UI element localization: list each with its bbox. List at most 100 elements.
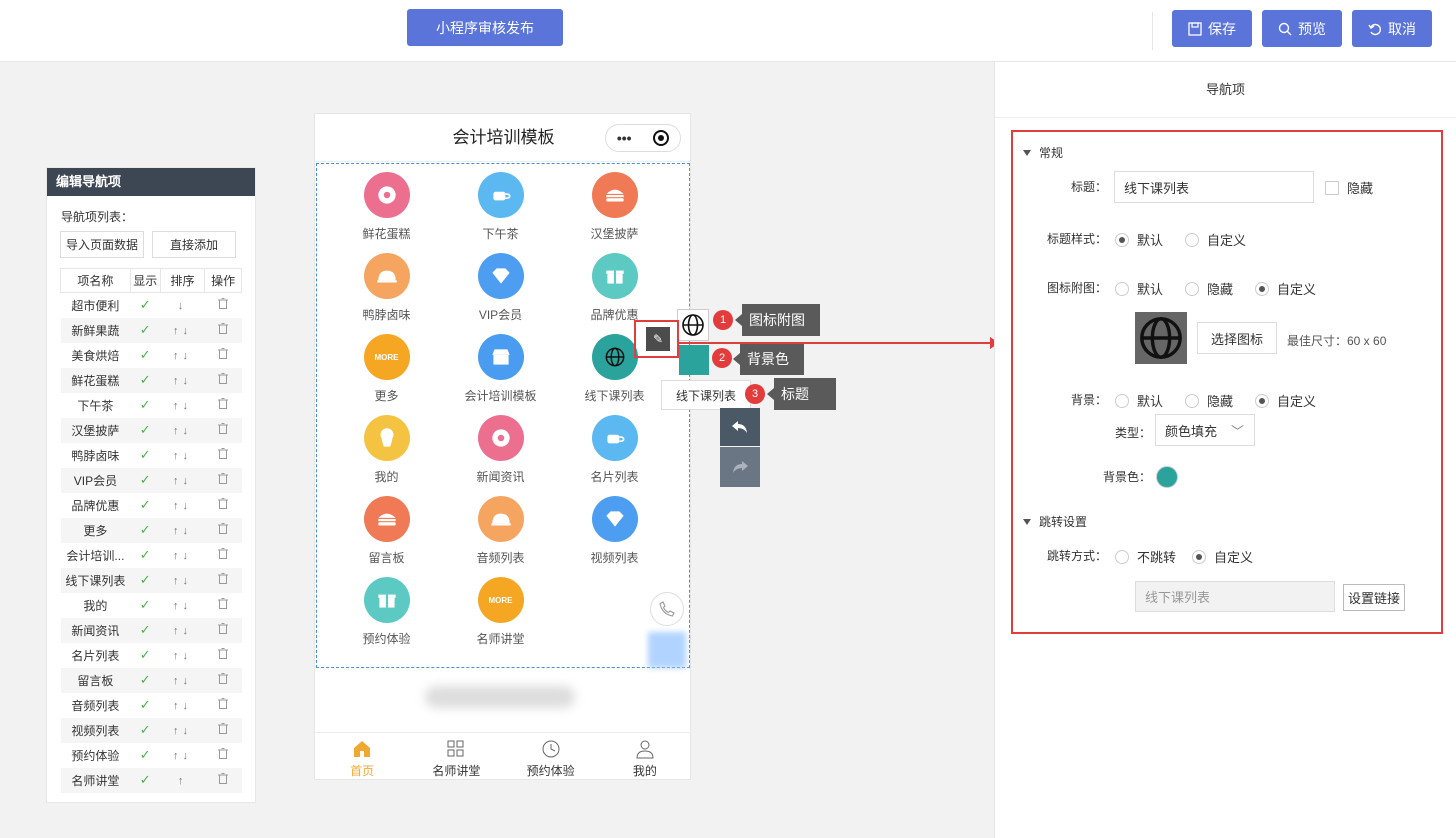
visible-check-icon[interactable]: ✓ xyxy=(130,743,160,768)
table-row[interactable]: 新闻资讯 ✓ ↑↓ xyxy=(60,617,242,643)
sort-arrows-icon[interactable]: ↑↓ xyxy=(173,400,192,412)
table-row[interactable]: 下午茶 ✓ ↑↓ xyxy=(61,393,242,418)
sort-arrows[interactable]: ↑↓ xyxy=(160,693,205,718)
floating-widget[interactable] xyxy=(648,632,686,668)
delete-button[interactable] xyxy=(204,667,242,693)
check-icon[interactable]: ✓ xyxy=(140,747,151,762)
trash-icon[interactable] xyxy=(218,673,229,684)
visible-check-icon[interactable]: ✓ xyxy=(130,367,161,393)
table-row[interactable]: 鲜花蛋糕 ✓ ↑↓ xyxy=(60,367,242,393)
check-icon[interactable]: ✓ xyxy=(140,322,151,337)
more-dots-icon[interactable]: ••• xyxy=(617,130,632,146)
sort-arrows-icon[interactable]: ↑↓ xyxy=(173,375,192,387)
publish-button[interactable]: 小程序审核发布 xyxy=(407,9,563,46)
visible-check-icon[interactable]: ✓ xyxy=(130,567,161,593)
check-icon[interactable]: ✓ xyxy=(140,622,151,637)
nav-grid-item[interactable]: 汉堡披萨 xyxy=(558,172,671,252)
table-row[interactable]: 名师讲堂 ✓ ↑ xyxy=(60,767,242,793)
trash-icon[interactable] xyxy=(218,398,229,409)
hide-title-checkbox[interactable]: 隐藏 xyxy=(1325,178,1373,197)
trash-icon[interactable] xyxy=(218,723,229,734)
delete-button[interactable] xyxy=(205,543,242,568)
visible-check-icon[interactable]: ✓ xyxy=(130,443,160,468)
sort-arrows-icon[interactable]: ↓ xyxy=(178,300,188,312)
delete-button[interactable] xyxy=(204,367,242,393)
table-row[interactable]: 预约体验 ✓ ↑↓ xyxy=(61,743,242,768)
sort-arrows-icon[interactable]: ↑↓ xyxy=(173,350,192,362)
radio-title-style-default[interactable]: 默认 xyxy=(1115,230,1163,249)
radio-icon-custom[interactable]: 自定义 xyxy=(1255,279,1316,298)
radio-title-style-custom[interactable]: 自定义 xyxy=(1185,230,1246,249)
tab-clock[interactable]: 预约体验 xyxy=(504,733,598,781)
table-row[interactable]: 视频列表 ✓ ↑↓ xyxy=(60,717,242,743)
check-icon[interactable]: ✓ xyxy=(140,597,151,612)
table-row[interactable]: 我的 ✓ ↑↓ xyxy=(61,593,242,618)
nav-grid-item[interactable]: 鸭脖卤味 xyxy=(330,253,443,333)
delete-button[interactable] xyxy=(205,693,242,718)
icon-tool-button[interactable] xyxy=(677,309,709,341)
trash-icon[interactable] xyxy=(218,623,229,634)
visible-check-icon[interactable]: ✓ xyxy=(130,317,161,343)
delete-button[interactable] xyxy=(205,493,242,518)
sort-arrows-icon[interactable]: ↑↓ xyxy=(173,625,192,637)
sort-arrows[interactable]: ↑↓ xyxy=(160,367,205,393)
check-icon[interactable]: ✓ xyxy=(140,347,151,362)
visible-check-icon[interactable]: ✓ xyxy=(130,667,161,693)
delete-button[interactable] xyxy=(204,417,242,443)
trash-icon[interactable] xyxy=(218,773,229,784)
delete-button[interactable] xyxy=(204,767,242,793)
nav-grid-item[interactable]: 鲜花蛋糕 xyxy=(330,172,443,252)
checkbox-box[interactable] xyxy=(1325,180,1339,195)
nav-grid-item[interactable]: MORE 名师讲堂 xyxy=(444,577,557,657)
sort-arrows-icon[interactable]: ↑↓ xyxy=(173,550,192,562)
visible-check-icon[interactable]: ✓ xyxy=(130,343,160,368)
edit-button[interactable]: ✎ xyxy=(646,327,670,351)
sort-arrows[interactable]: ↑↓ xyxy=(160,593,205,618)
bg-color-swatch[interactable] xyxy=(1156,466,1178,488)
miniapp-capsule[interactable]: ••• xyxy=(605,124,681,152)
add-directly-button[interactable]: 直接添加 xyxy=(152,231,236,258)
link-input[interactable]: 线下课列表 xyxy=(1135,581,1335,612)
delete-button[interactable] xyxy=(205,643,242,668)
trash-icon[interactable] xyxy=(218,448,229,459)
radio-bg-hide[interactable]: 隐藏 xyxy=(1185,391,1233,410)
sort-arrows[interactable]: ↑↓ xyxy=(160,467,205,493)
sort-arrows[interactable]: ↑↓ xyxy=(160,743,205,768)
title-tool[interactable]: 线下课列表 xyxy=(661,380,751,410)
sort-arrows-icon[interactable]: ↑↓ xyxy=(173,325,192,337)
trash-icon[interactable] xyxy=(218,498,229,509)
phone-call-button[interactable] xyxy=(650,592,684,626)
nav-grid-item[interactable]: 视频列表 xyxy=(558,496,671,576)
sort-arrows[interactable]: ↑↓ xyxy=(160,443,205,468)
visible-check-icon[interactable]: ✓ xyxy=(130,517,161,543)
trash-icon[interactable] xyxy=(218,548,229,559)
visible-check-icon[interactable]: ✓ xyxy=(130,417,161,443)
sort-arrows[interactable]: ↑↓ xyxy=(160,417,205,443)
undo-button[interactable] xyxy=(720,408,760,446)
sort-arrows[interactable]: ↑ xyxy=(160,767,205,793)
check-icon[interactable]: ✓ xyxy=(140,772,151,787)
sort-arrows[interactable]: ↑↓ xyxy=(160,643,205,668)
sort-arrows-icon[interactable]: ↑↓ xyxy=(173,675,192,687)
nav-grid-item[interactable]: 音频列表 xyxy=(444,496,557,576)
check-icon[interactable]: ✓ xyxy=(140,522,151,537)
trash-icon[interactable] xyxy=(218,523,229,534)
check-icon[interactable]: ✓ xyxy=(140,447,151,462)
sort-arrows[interactable]: ↑↓ xyxy=(160,543,205,568)
table-row[interactable]: 线下课列表 ✓ ↑↓ xyxy=(60,567,242,593)
sort-arrows-icon[interactable]: ↑↓ xyxy=(173,650,192,662)
check-icon[interactable]: ✓ xyxy=(140,547,151,562)
visible-check-icon[interactable]: ✓ xyxy=(130,293,160,318)
sort-arrows-icon[interactable]: ↑↓ xyxy=(173,575,192,587)
sort-arrows-icon[interactable]: ↑↓ xyxy=(173,725,192,737)
check-icon[interactable]: ✓ xyxy=(140,497,151,512)
tab-home[interactable]: 首页 xyxy=(315,733,409,781)
save-button[interactable]: 保存 xyxy=(1172,10,1252,47)
trash-icon[interactable] xyxy=(218,598,229,609)
redo-button[interactable] xyxy=(720,447,760,487)
delete-button[interactable] xyxy=(205,443,242,468)
preview-button[interactable]: 预览 xyxy=(1262,10,1342,47)
delete-button[interactable] xyxy=(205,343,242,368)
visible-check-icon[interactable]: ✓ xyxy=(130,467,161,493)
set-link-button[interactable]: 设置链接 xyxy=(1343,584,1405,611)
